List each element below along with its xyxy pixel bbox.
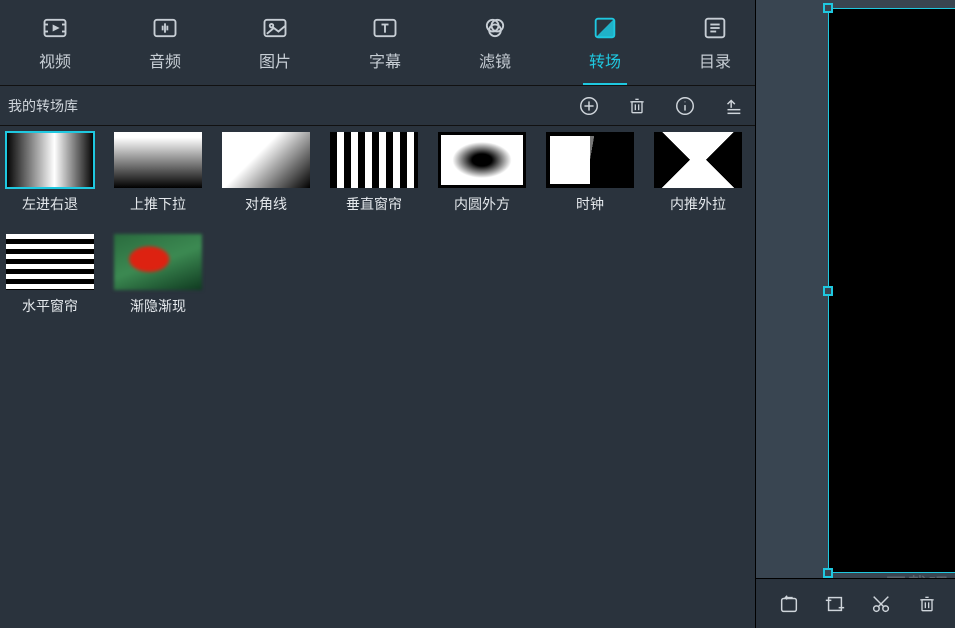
transition-item-inner-push-outer-pull[interactable]: 内推外拉 xyxy=(654,132,742,214)
tab-label: 图片 xyxy=(259,48,291,72)
transition-item-horizontal-curtain[interactable]: 水平窗帘 xyxy=(6,234,94,316)
transition-thumbnail xyxy=(6,132,94,188)
transition-thumbnail xyxy=(114,132,202,188)
transition-label: 垂直窗帘 xyxy=(346,194,402,214)
tab-label: 目录 xyxy=(699,48,731,72)
transition-thumbnail xyxy=(222,132,310,188)
transition-item-left-right[interactable]: 左进右退 xyxy=(6,132,94,214)
transition-thumbnail xyxy=(6,234,94,290)
transition-label: 内圆外方 xyxy=(454,194,510,214)
library-header: 我的转场库 xyxy=(0,86,755,126)
transition-thumbnail xyxy=(654,132,742,188)
tab-label: 字幕 xyxy=(369,48,401,72)
add-button[interactable] xyxy=(577,94,601,118)
export-button[interactable] xyxy=(777,592,801,616)
delete-button[interactable] xyxy=(625,94,649,118)
resize-handle-mid-left[interactable] xyxy=(823,286,833,296)
transition-item-inner-circle-outer-square[interactable]: 内圆外方 xyxy=(438,132,526,214)
transition-label: 上推下拉 xyxy=(130,194,186,214)
resize-handle-top-left[interactable] xyxy=(823,3,833,13)
transition-grid: 左进右退 上推下拉 对角线 垂直窗帘 内圆外方 时钟 内推外拉水平窗帘 渐隐渐现 xyxy=(0,126,755,322)
tabs: 视频 音频 图片 字幕 滤镜 转场 目录 xyxy=(0,0,755,86)
transition-label: 时钟 xyxy=(576,194,604,214)
cut-button[interactable] xyxy=(869,592,893,616)
transition-item-fade[interactable]: 渐隐渐现 xyxy=(114,234,202,316)
transition-thumbnail xyxy=(546,132,634,188)
tab-subtitle[interactable]: 字幕 xyxy=(330,0,440,85)
transition-label: 水平窗帘 xyxy=(22,296,78,316)
transition-thumbnail xyxy=(330,132,418,188)
resize-handle-bottom-left[interactable] xyxy=(823,568,833,578)
preview-canvas[interactable] xyxy=(828,8,955,573)
tab-label: 滤镜 xyxy=(479,48,511,72)
tab-label: 音频 xyxy=(149,48,181,72)
audio-icon xyxy=(151,14,179,42)
transition-icon xyxy=(591,14,619,42)
video-icon xyxy=(41,14,69,42)
image-icon xyxy=(261,14,289,42)
filter-icon xyxy=(481,14,509,42)
tab-transition[interactable]: 转场 xyxy=(550,0,660,85)
collapse-button[interactable] xyxy=(721,94,745,118)
transition-item-vertical-curtain[interactable]: 垂直窗帘 xyxy=(330,132,418,214)
left-panel: 视频 音频 图片 字幕 滤镜 转场 目录 我的转场库 左进右退 上推下拉 对角线 垂直窗帘 内圆外方… xyxy=(0,0,756,628)
subtitle-icon xyxy=(371,14,399,42)
right-panel: 下载吧 xyxy=(756,0,955,628)
transition-thumbnail xyxy=(114,234,202,290)
crop-button[interactable] xyxy=(823,592,847,616)
transition-item-clock[interactable]: 时钟 xyxy=(546,132,634,214)
library-actions xyxy=(577,94,745,118)
tab-video[interactable]: 视频 xyxy=(0,0,110,85)
transition-label: 对角线 xyxy=(245,194,287,214)
tab-catalog[interactable]: 目录 xyxy=(660,0,770,85)
library-title: 我的转场库 xyxy=(8,96,78,116)
tab-label: 视频 xyxy=(39,48,71,72)
trash-button[interactable] xyxy=(915,592,939,616)
tab-filter[interactable]: 滤镜 xyxy=(440,0,550,85)
transition-item-diagonal[interactable]: 对角线 xyxy=(222,132,310,214)
catalog-icon xyxy=(701,14,729,42)
tab-audio[interactable]: 音频 xyxy=(110,0,220,85)
transition-label: 渐隐渐现 xyxy=(130,296,186,316)
transition-item-push-up-down[interactable]: 上推下拉 xyxy=(114,132,202,214)
transition-thumbnail xyxy=(438,132,526,188)
preview-toolbar xyxy=(756,578,955,628)
tab-label: 转场 xyxy=(589,48,621,72)
tab-image[interactable]: 图片 xyxy=(220,0,330,85)
transition-label: 内推外拉 xyxy=(670,194,726,214)
transition-label: 左进右退 xyxy=(22,194,78,214)
info-button[interactable] xyxy=(673,94,697,118)
